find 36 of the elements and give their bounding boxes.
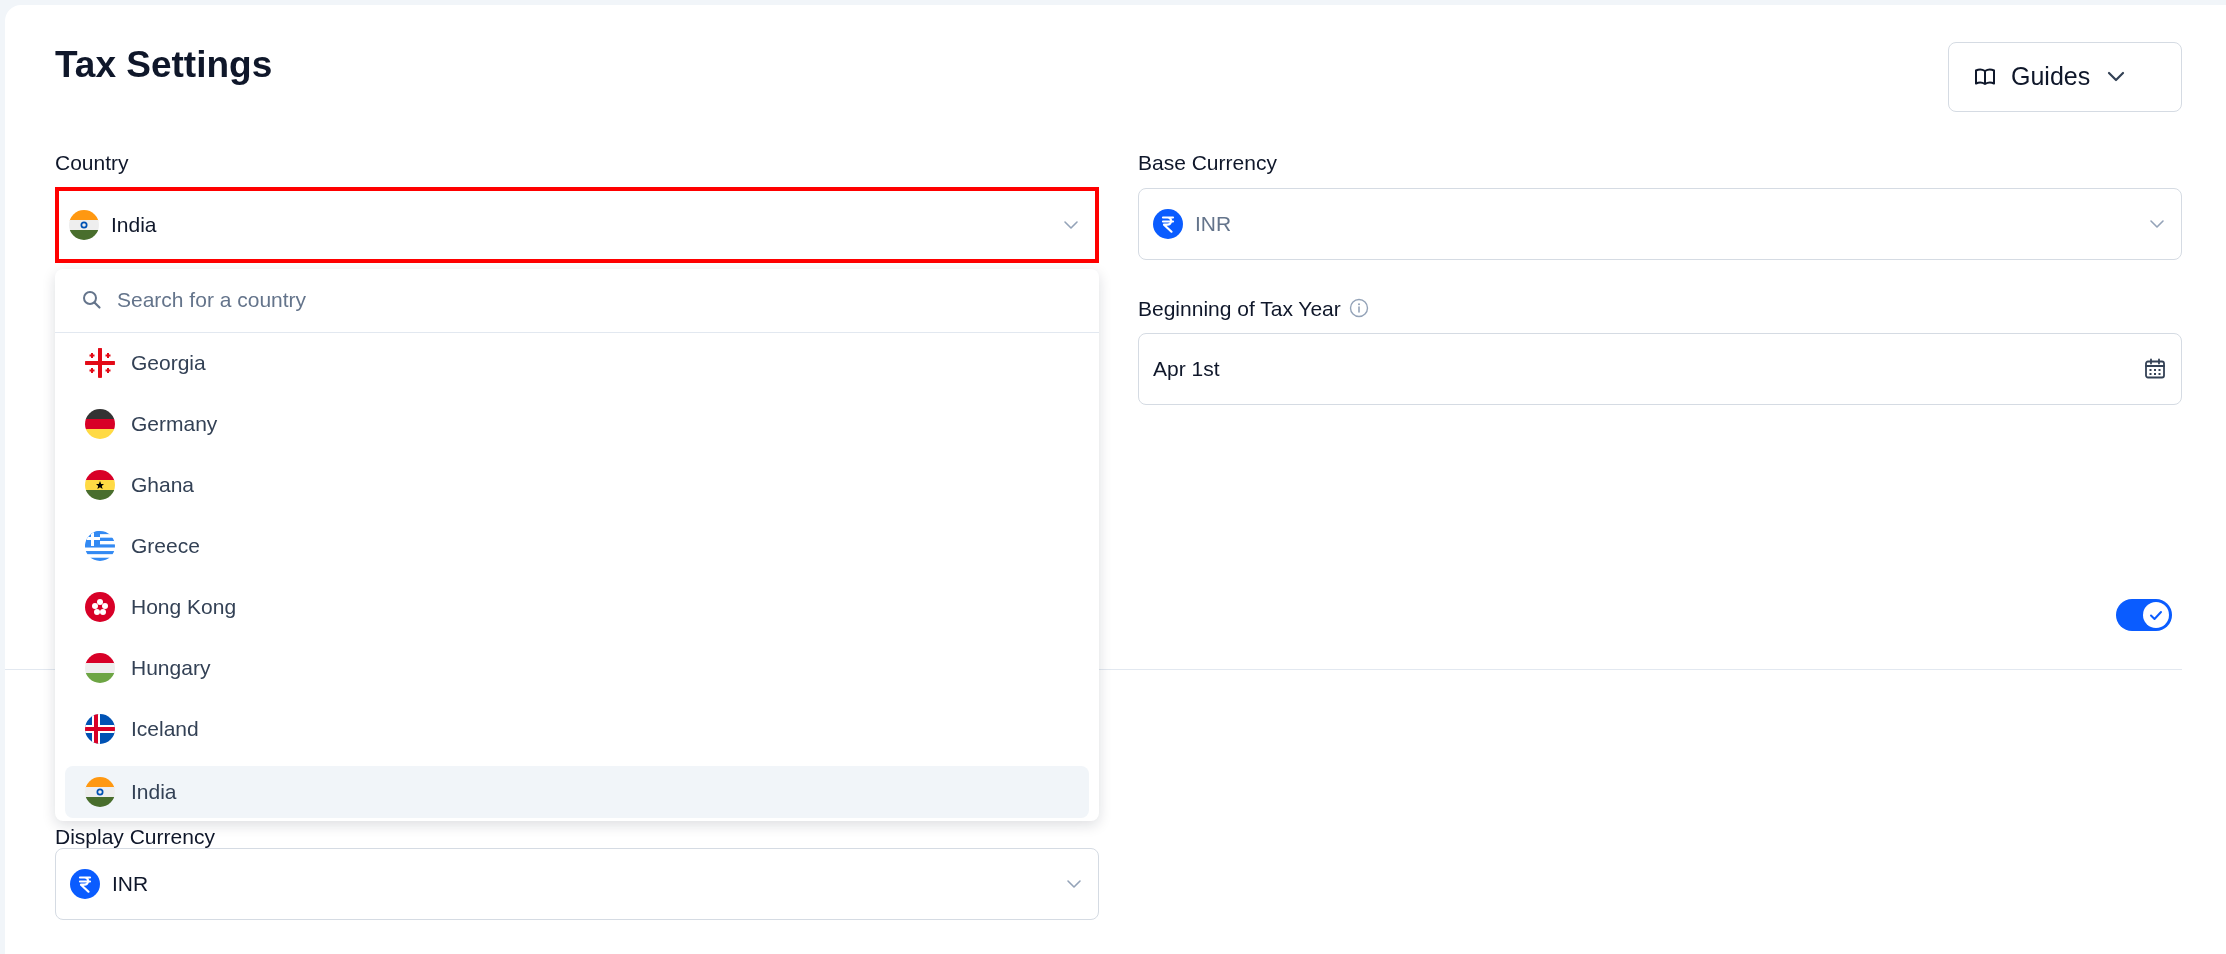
country-option[interactable]: Iceland (65, 698, 1089, 760)
toggle-switch[interactable] (2116, 599, 2172, 631)
date-field[interactable]: Apr 1st (1138, 333, 2182, 405)
field-label: Country (55, 150, 129, 176)
flag-icon (85, 348, 115, 378)
rupee-icon (1153, 208, 1183, 239)
currency-select[interactable]: INR (55, 848, 1099, 920)
guides-button[interactable]: Guides (1948, 42, 2182, 112)
country-option[interactable]: Germany (65, 393, 1089, 455)
calendar-icon (2143, 357, 2167, 381)
country-option[interactable]: Greece (65, 515, 1089, 577)
currency-value: INR (1195, 210, 1233, 237)
flag-icon (85, 409, 115, 439)
flag-icon (85, 653, 115, 683)
page-title: Tax Settings (55, 43, 273, 87)
flag-icon (85, 592, 115, 622)
country-option[interactable]: Hungary (65, 637, 1089, 699)
flag-icon (85, 714, 115, 744)
country-option[interactable]: India (65, 765, 1089, 818)
country-option[interactable]: Hong Kong (65, 576, 1089, 638)
field-label: Display Currency (55, 826, 216, 848)
flag-icon (69, 209, 99, 240)
rupee-icon (70, 869, 100, 899)
date-value: Apr 1st (1153, 356, 1221, 383)
field-label: Base Currency (1138, 150, 1277, 176)
field-label: Beginning of Tax Year (1138, 295, 1341, 322)
flag-icon (85, 776, 115, 807)
currency-value: INR (112, 871, 150, 898)
search-icon (81, 289, 103, 311)
flag-icon (85, 470, 115, 500)
country-option[interactable]: Ghana (65, 454, 1089, 516)
country-value: India (111, 211, 158, 238)
country-option[interactable]: Georgia (65, 332, 1089, 394)
country-select[interactable]: India (55, 186, 1099, 263)
flag-icon (85, 531, 115, 561)
info-icon (1348, 298, 1369, 319)
